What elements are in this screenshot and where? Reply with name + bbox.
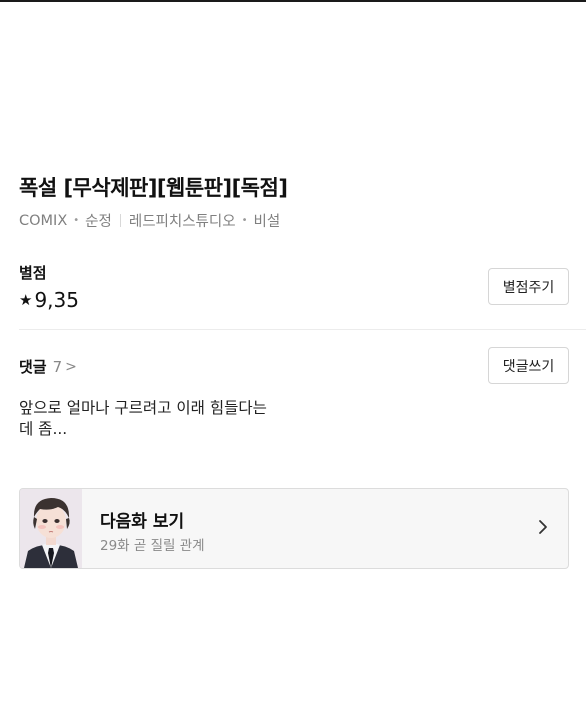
character-illustration [20,489,82,568]
separator-bar [119,214,121,227]
episode-thumbnail [20,489,82,568]
status-label: 비설 [253,214,281,230]
work-title: 폭설 [무삭제판][웹툰판][독점] [19,176,288,200]
section-divider [19,329,586,330]
star-icon: ★ [19,291,33,309]
rating-score: ★ 9,35 [19,288,79,312]
next-episode-card[interactable]: 다음화 보기 29화 곧 질릴 관계 [19,488,569,569]
comment-preview[interactable]: 앞으로 얼마나 구르려고 이래 힘들다는데 좀... [19,398,279,440]
comments-count: 7 [52,357,63,376]
work-meta: COMIX • 순정 레드피치스튜디오 • 비설 [19,210,280,231]
chevron-right-icon [539,520,547,534]
next-episode-title: 다음화 보기 [100,512,185,532]
author-label[interactable]: 레드피치스튜디오 [129,210,236,231]
publisher-label[interactable]: COMIX [19,213,67,229]
write-comment-button[interactable]: 댓글쓰기 [488,347,569,384]
next-episode-subtitle: 29화 곧 질릴 관계 [100,538,205,554]
rating-number: 9,35 [34,288,79,312]
separator-dot: • [241,215,248,226]
rating-heading: 별점 [19,264,47,282]
comments-link[interactable]: 댓글 7 > [19,356,77,377]
top-border [0,0,586,2]
genre-label[interactable]: 순정 [85,210,112,231]
chevron-right-icon: > [65,358,77,375]
rate-button[interactable]: 별점주기 [488,268,569,305]
separator-dot: • [73,215,80,226]
comments-heading: 댓글 [19,358,47,376]
